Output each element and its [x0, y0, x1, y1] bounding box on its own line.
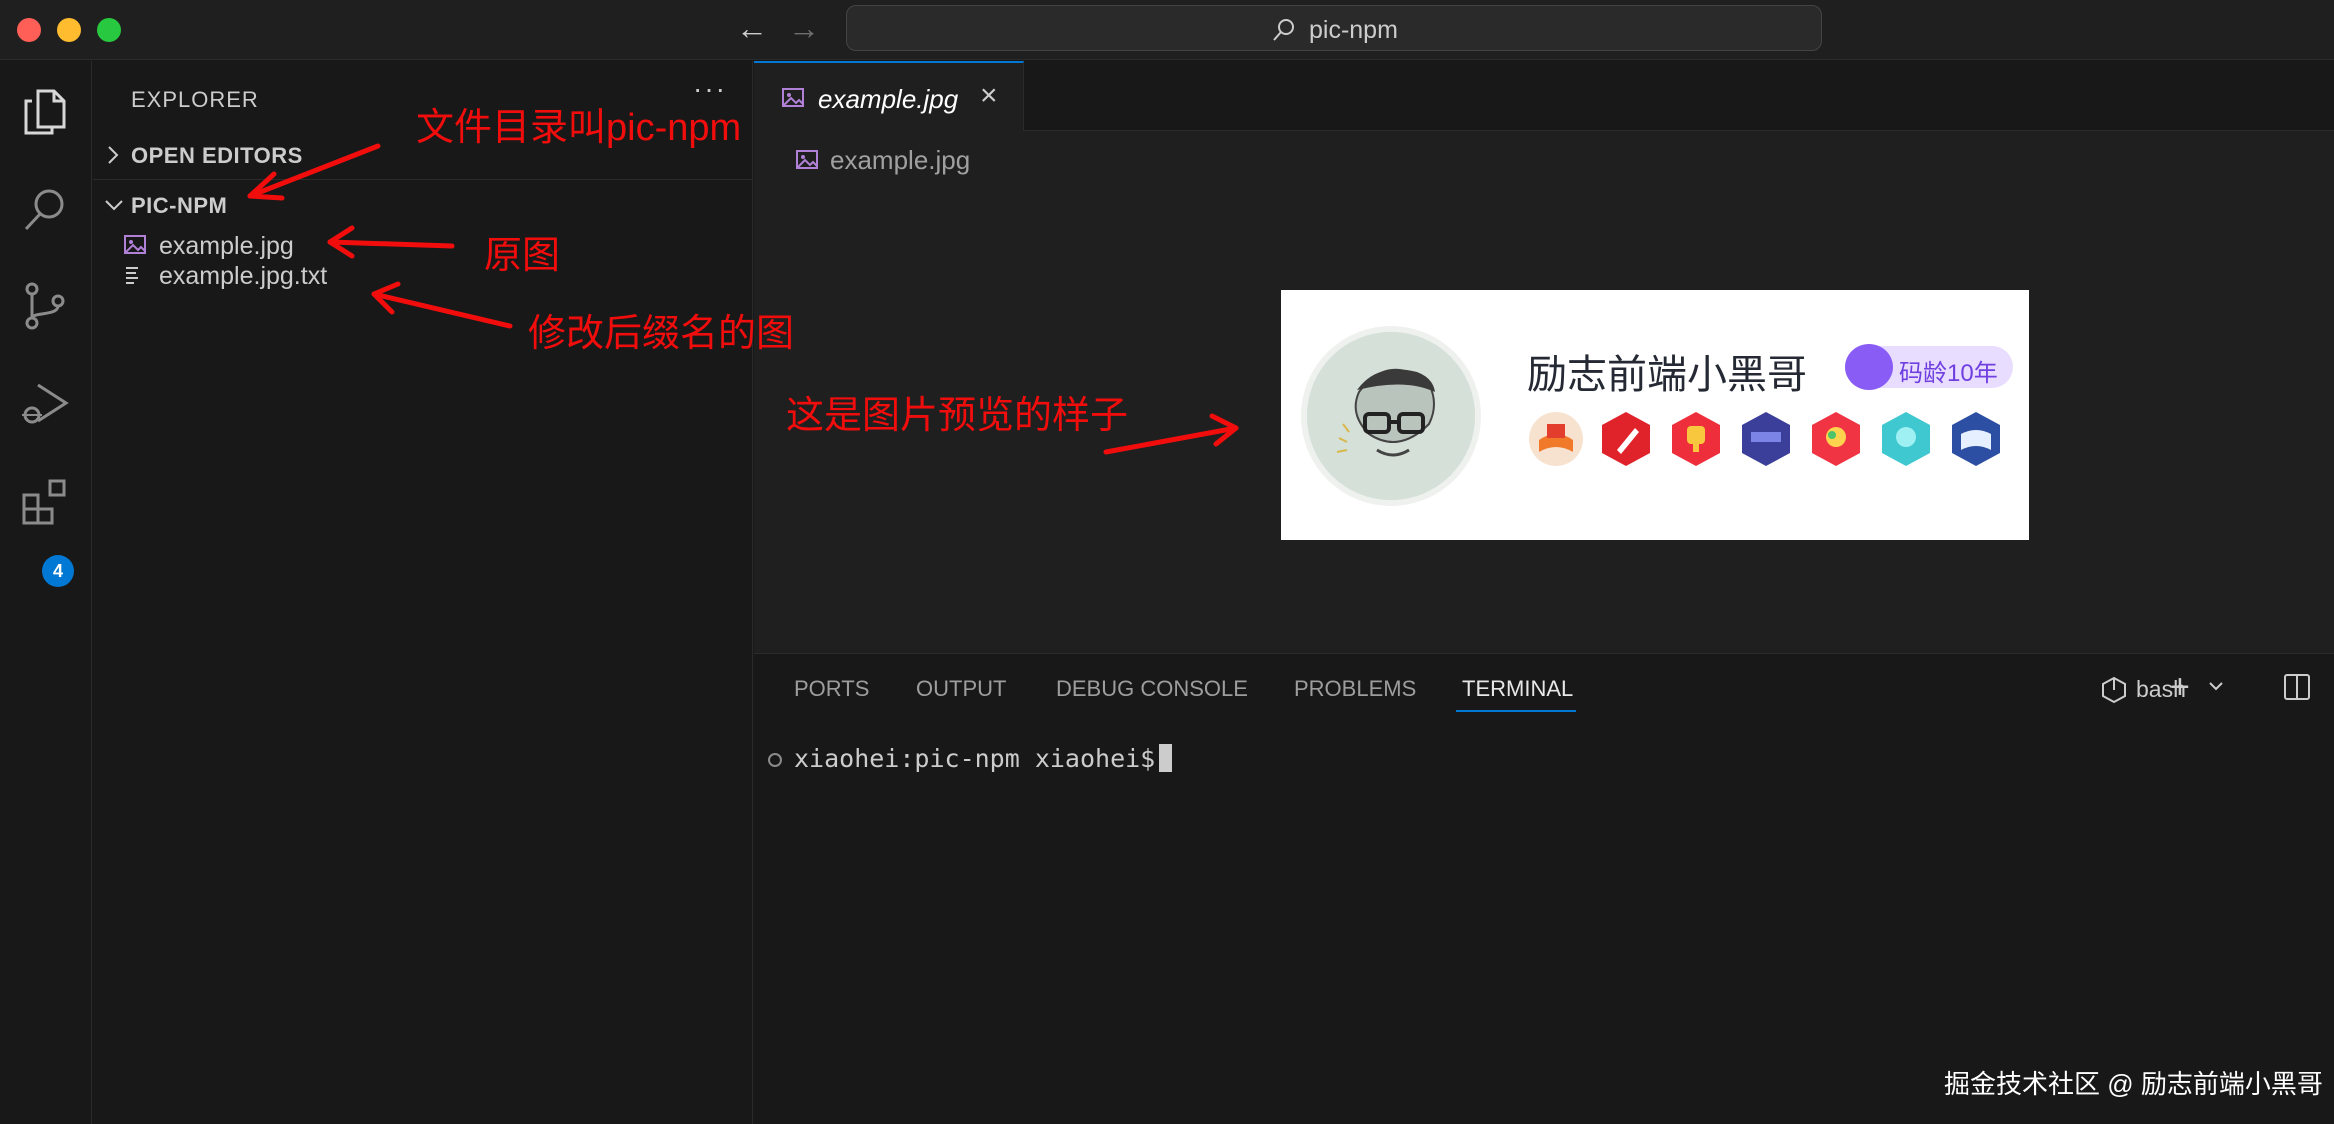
extensions-count-badge: 4 — [42, 555, 74, 587]
search-icon[interactable] — [18, 183, 72, 237]
profile-name: 励志前端小黑哥 — [1527, 353, 1807, 397]
forward-arrow-icon[interactable]: → — [788, 12, 820, 44]
back-arrow-icon[interactable]: ← — [736, 12, 768, 44]
medal-book-icon — [1529, 412, 1583, 466]
image-preview: 励志前端小黑哥 码龄10年 — [1281, 290, 2029, 540]
project-folder-section[interactable]: PIC-NPM — [93, 185, 753, 225]
terminal-cursor — [1159, 744, 1173, 772]
tab-debug-console[interactable]: DEBUG CONSOLE — [1056, 676, 1248, 702]
image-file-icon — [782, 88, 804, 107]
annotation-original: 原图 — [484, 235, 561, 277]
tab-ports[interactable]: PORTS — [794, 676, 869, 702]
medal-pen-icon — [1602, 412, 1650, 466]
medal-book-blue-icon — [1952, 412, 2000, 466]
open-editors-label: OPEN EDITORS — [131, 143, 303, 168]
explorer-sidebar: EXPLORER ··· OPEN EDITORS PIC-NPM exampl… — [93, 61, 753, 1124]
terminal-bash-icon — [2102, 676, 2126, 704]
command-center-text: pic-npm — [1309, 16, 1398, 44]
search-icon — [1273, 19, 1294, 41]
command-center-search[interactable]: pic-npm — [846, 5, 1822, 51]
split-terminal-icon[interactable] — [2284, 674, 2310, 700]
extensions-icon[interactable] — [18, 475, 72, 529]
project-folder-label: PIC-NPM — [131, 193, 228, 218]
terminal-prompt[interactable]: xiaohei:pic-npm xiaohei$ — [794, 744, 1173, 773]
new-terminal-icon[interactable]: + — [2170, 668, 2190, 707]
bottom-panel: PORTS OUTPUT DEBUG CONSOLE PROBLEMS TERM… — [754, 653, 2334, 1124]
avatar-sketch-icon — [1307, 332, 1475, 500]
chevron-down-icon[interactable] — [2206, 676, 2226, 696]
editor-tab-strip: example.jpg × — [754, 61, 2334, 131]
file-name: example.jpg.txt — [159, 262, 328, 290]
activity-bar: 4 — [0, 61, 92, 1124]
watermark: 掘金技术社区 @ 励志前端小黑哥 — [1944, 1069, 2323, 1099]
text-file-icon — [126, 267, 138, 284]
annotation-preview: 这是图片预览的样子 — [786, 395, 1129, 437]
medal-color-icon — [1812, 412, 1860, 466]
medal-trophy-icon — [1672, 412, 1720, 466]
title-bar: ← → pic-npm — [0, 0, 2334, 60]
editor-tab-example-jpg[interactable]: example.jpg × — [754, 61, 1024, 131]
robot-icon — [1845, 344, 1893, 390]
tab-terminal[interactable]: TERMINAL — [1462, 676, 1573, 702]
tab-problems[interactable]: PROBLEMS — [1294, 676, 1416, 702]
run-debug-icon[interactable] — [18, 377, 72, 431]
annotation-folder: 文件目录叫pic-npm — [416, 107, 742, 149]
terminal-status-circle-icon — [768, 753, 782, 767]
chevron-down-icon — [105, 200, 123, 211]
medal-chat-icon — [1882, 412, 1930, 466]
avatar — [1301, 326, 1481, 506]
active-tab-indicator — [1456, 710, 1576, 712]
terminal-prompt-text: xiaohei:pic-npm xiaohei$ — [794, 744, 1156, 773]
profile-badge: 码龄10年 — [1845, 344, 2013, 390]
medal-anniversary-icon — [1742, 412, 1790, 466]
close-tab-icon[interactable]: × — [980, 79, 998, 113]
tab-output[interactable]: OUTPUT — [916, 676, 1006, 702]
section-divider — [93, 179, 753, 180]
breadcrumb-file: example.jpg — [830, 145, 971, 175]
source-control-icon[interactable] — [18, 279, 72, 333]
file-item[interactable]: example.jpg.txt — [93, 254, 753, 296]
chevron-right-icon — [108, 146, 119, 164]
tab-label: example.jpg — [818, 84, 959, 114]
image-file-icon — [796, 150, 818, 169]
maximize-window-button[interactable] — [97, 18, 121, 42]
minimize-window-button[interactable] — [57, 18, 81, 42]
image-file-icon — [124, 235, 146, 254]
explorer-files-icon[interactable] — [18, 85, 72, 139]
annotation-renamed: 修改后缀名的图 — [528, 313, 795, 355]
close-window-button[interactable] — [17, 18, 41, 42]
profile-badge-text: 码龄10年 — [1899, 360, 1998, 387]
sidebar-title: EXPLORER — [131, 87, 259, 112]
